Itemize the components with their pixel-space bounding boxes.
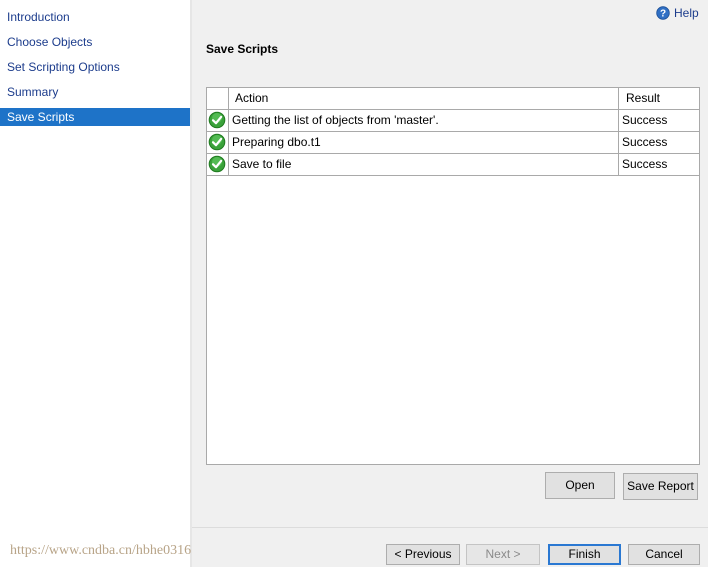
watermark-url: https://www.cndba.cn/hbhe0316 <box>10 543 192 558</box>
results-grid[interactable]: Action Result Getting the list of object… <box>206 87 700 465</box>
column-header-result[interactable]: Result <box>619 88 699 109</box>
action-cell: Getting the list of objects from 'master… <box>229 110 619 131</box>
grid-header: Action Result <box>207 88 699 110</box>
table-row[interactable]: Preparing dbo.t1 Success <box>207 132 699 154</box>
save-report-button[interactable]: Save Report <box>623 473 698 500</box>
result-cell: Success <box>622 157 668 171</box>
wizard-sidebar: Introduction Choose Objects Set Scriptin… <box>0 0 190 567</box>
previous-button[interactable]: < Previous <box>386 544 460 565</box>
status-cell <box>207 110 229 131</box>
cancel-button[interactable]: Cancel <box>628 544 700 565</box>
svg-text:?: ? <box>660 9 666 20</box>
column-header-action[interactable]: Action <box>229 88 619 109</box>
open-button[interactable]: Open <box>545 472 615 499</box>
sidebar-item-save-scripts[interactable]: Save Scripts <box>0 108 190 126</box>
status-cell <box>207 132 229 153</box>
success-check-icon <box>208 111 226 129</box>
table-row[interactable]: Save to file Success <box>207 154 699 176</box>
sidebar-item-choose-objects[interactable]: Choose Objects <box>0 33 190 51</box>
table-row[interactable]: Getting the list of objects from 'master… <box>207 110 699 132</box>
sidebar-item-summary[interactable]: Summary <box>0 83 190 101</box>
footer-divider <box>192 527 708 528</box>
sidebar-item-set-scripting-options[interactable]: Set Scripting Options <box>0 58 190 76</box>
sidebar-item-introduction[interactable]: Introduction <box>0 8 190 26</box>
help-icon: ? <box>656 6 670 20</box>
result-cell: Success <box>622 135 668 149</box>
finish-button[interactable]: Finish <box>548 544 621 565</box>
header-icon-cell <box>207 88 229 109</box>
action-cell: Preparing dbo.t1 <box>229 132 619 153</box>
sidebar-divider <box>190 0 192 567</box>
success-check-icon <box>208 133 226 151</box>
next-button[interactable]: Next > <box>466 544 540 565</box>
result-cell: Success <box>622 113 668 127</box>
action-cell: Save to file <box>229 154 619 175</box>
help-link[interactable]: ? Help <box>656 5 699 21</box>
page-title: Save Scripts <box>206 42 279 56</box>
help-label: Help <box>674 6 699 20</box>
status-cell <box>207 154 229 175</box>
success-check-icon <box>208 155 226 173</box>
